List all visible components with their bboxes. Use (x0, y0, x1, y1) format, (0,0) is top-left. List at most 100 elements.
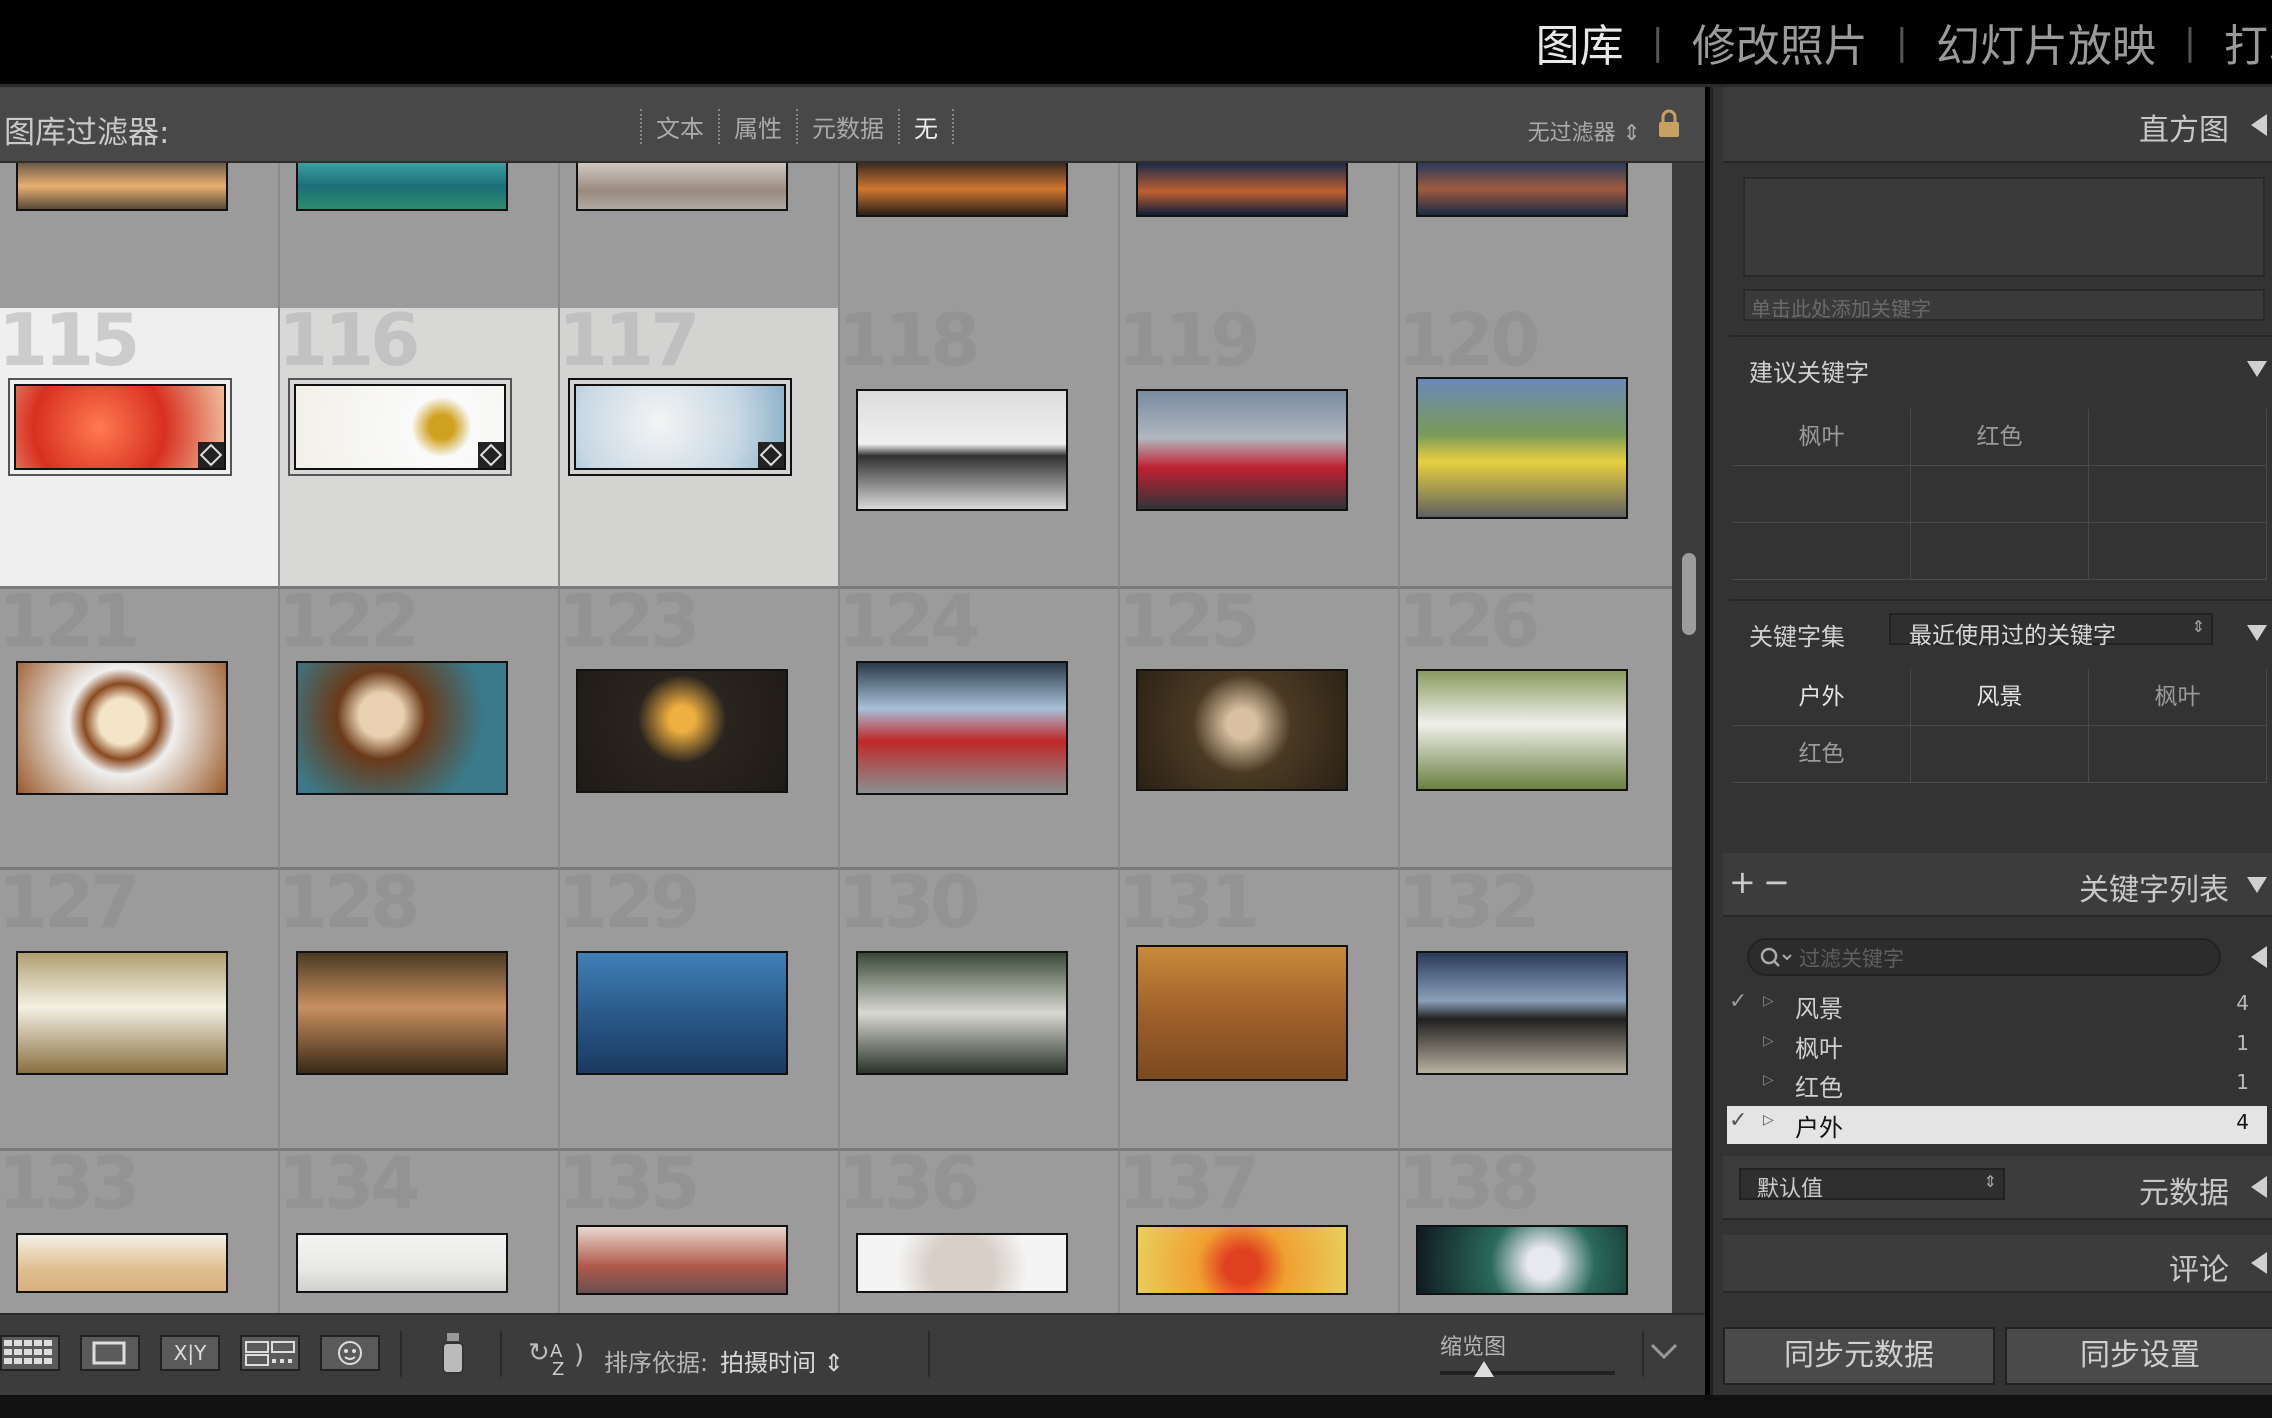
sync-metadata-button[interactable]: 同步元数据 (1723, 1327, 1995, 1385)
toolbar-divider (500, 1331, 502, 1377)
metadata-title: 元数据 (2139, 1176, 2229, 1211)
loupe-view-button[interactable] (80, 1335, 140, 1371)
filter-tab-attribute[interactable]: 属性 (718, 109, 796, 144)
photo-thumbnail[interactable] (1416, 1225, 1628, 1295)
photo-thumbnail[interactable] (1416, 951, 1628, 1075)
loupe-icon (92, 1341, 126, 1365)
photo-thumbnail[interactable] (296, 1233, 508, 1293)
photo-thumbnail[interactable] (856, 1233, 1068, 1293)
expand-arrow-icon[interactable]: ▷ (1763, 1033, 1774, 1049)
survey-view-button[interactable] (240, 1335, 300, 1371)
photo-thumbnail[interactable] (576, 669, 788, 793)
keyword-set-item[interactable]: 风景 (1911, 669, 2089, 726)
metadata-preset-select[interactable]: 默认值 ⇕ (1739, 1168, 2005, 1202)
photo-thumbnail[interactable] (296, 661, 508, 795)
sort-select[interactable]: 拍摄时间 ⇕ (720, 1343, 844, 1378)
photo-thumbnail[interactable] (1136, 1225, 1348, 1295)
add-keyword-button[interactable]: + (1729, 863, 1756, 901)
keyword-set-item[interactable]: 户外 (1733, 669, 1911, 726)
photo-thumbnail[interactable] (1136, 945, 1348, 1081)
photo-thumbnail[interactable] (1416, 669, 1628, 791)
slider-knob[interactable] (1473, 1361, 1494, 1377)
photo-thumbnail[interactable] (14, 384, 226, 470)
people-view-button[interactable] (320, 1335, 380, 1371)
remove-keyword-button[interactable]: − (1763, 863, 1790, 901)
thumbnail-size-slider[interactable] (1440, 1361, 1615, 1377)
keyword-set-item[interactable]: 红色 (1733, 726, 1911, 783)
filter-tab-metadata[interactable]: 元数据 (796, 109, 898, 144)
histogram-panel-header[interactable]: 直方图 (1723, 87, 2272, 163)
keyword-set-item[interactable] (2089, 726, 2267, 783)
scrollbar-thumb[interactable] (1682, 553, 1696, 635)
photo-thumbnail[interactable] (16, 1233, 228, 1293)
photo-thumbnail[interactable] (1136, 669, 1348, 791)
module-print[interactable]: 打印 (2196, 10, 2272, 74)
photo-thumbnail[interactable] (574, 384, 786, 470)
clear-filter-icon[interactable] (2251, 946, 2267, 968)
collapse-down-icon[interactable] (2247, 361, 2267, 377)
photo-thumbnail[interactable] (16, 951, 228, 1075)
lock-icon[interactable] (1657, 109, 1681, 139)
expand-arrow-icon[interactable]: ▷ (1763, 993, 1774, 1009)
grid-scrollbar[interactable] (1672, 163, 1705, 1313)
module-separator: | (2183, 21, 2196, 63)
photo-thumbnail[interactable] (1136, 163, 1348, 217)
toolbar-menu-chevron-icon[interactable] (1649, 1341, 1679, 1361)
painter-icon[interactable] (438, 1331, 468, 1377)
suggested-keyword[interactable] (2089, 466, 2267, 523)
expand-arrow-icon[interactable]: ▷ (1763, 1112, 1774, 1128)
add-keyword-field[interactable]: 单击此处添加关键字 (1743, 289, 2265, 321)
photo-thumbnail[interactable] (576, 1225, 788, 1295)
sync-settings-button[interactable]: 同步设置 (2005, 1327, 2272, 1385)
grid-view-button[interactable] (0, 1335, 60, 1371)
suggested-keyword[interactable] (2089, 409, 2267, 466)
keyword-set-item[interactable]: 枫叶 (2089, 669, 2267, 726)
module-library[interactable]: 图库 (1508, 10, 1652, 74)
photo-thumbnail[interactable] (1416, 163, 1628, 217)
photo-thumbnail[interactable] (576, 163, 788, 211)
suggested-keyword[interactable] (2089, 523, 2267, 580)
photo-thumbnail[interactable] (296, 951, 508, 1075)
photo-thumbnail[interactable] (1136, 389, 1348, 511)
collapse-down-icon[interactable] (2247, 625, 2267, 641)
filter-preset-select[interactable]: 无过滤器 ⇕ (1528, 115, 1641, 147)
keyword-list-item[interactable]: ▷ 枫叶 1 (1727, 1027, 2267, 1065)
keyword-list-panel-header[interactable]: + − 关键字列表 (1723, 853, 2272, 917)
module-develop[interactable]: 修改照片 (1664, 10, 1896, 74)
photo-thumbnail[interactable] (856, 163, 1068, 217)
keyword-filter-input[interactable]: 过滤关键字 (1747, 938, 2221, 976)
comments-panel-header[interactable]: 评论 (1723, 1235, 2272, 1293)
filter-tab-text[interactable]: 文本 (640, 109, 718, 144)
suggested-keyword[interactable] (1733, 466, 1911, 523)
suggested-keyword[interactable]: 红色 (1911, 409, 2089, 466)
expand-arrow-icon[interactable]: ▷ (1763, 1072, 1774, 1088)
photo-thumbnail[interactable] (16, 661, 228, 795)
suggested-keyword[interactable] (1911, 523, 2089, 580)
suggested-keyword[interactable]: 枫叶 (1733, 409, 1911, 466)
photo-thumbnail[interactable] (856, 661, 1068, 795)
metadata-panel-header[interactable]: 默认值 ⇕ 元数据 (1723, 1156, 2272, 1220)
suggested-keyword[interactable] (1733, 523, 1911, 580)
module-slideshow[interactable]: 幻灯片放映 (1908, 10, 2184, 74)
sort-az-icon[interactable]: ↻ A Z ) (522, 1331, 592, 1377)
comments-title: 评论 (2169, 1253, 2229, 1288)
keyword-tags-box[interactable] (1743, 177, 2265, 277)
photo-thumbnail[interactable] (856, 951, 1068, 1075)
suggested-keyword[interactable] (1911, 466, 2089, 523)
filter-tab-none[interactable]: 无 (898, 109, 954, 144)
svg-text:Z: Z (552, 1359, 564, 1377)
photo-thumbnail[interactable] (576, 951, 788, 1075)
checkmark-icon[interactable]: ✓ (1729, 989, 1747, 1014)
keyword-list-item[interactable]: ✓ ▷ 风景 4 (1727, 987, 2267, 1025)
keyword-set-select[interactable]: 最近使用过的关键字 ⇕ (1889, 613, 2213, 649)
checkmark-icon[interactable]: ✓ (1729, 1108, 1747, 1133)
keyword-set-item[interactable] (1911, 726, 2089, 783)
compare-view-button[interactable]: X|Y (160, 1335, 220, 1371)
photo-thumbnail[interactable] (294, 384, 506, 470)
photo-thumbnail[interactable] (856, 389, 1068, 511)
keyword-list-item[interactable]: ✓ ▷ 户外 4 (1727, 1106, 2267, 1144)
photo-thumbnail[interactable] (1416, 377, 1628, 519)
keyword-list-item[interactable]: ▷ 红色 1 (1727, 1066, 2267, 1104)
photo-thumbnail[interactable] (16, 163, 228, 211)
photo-thumbnail[interactable] (296, 163, 508, 211)
